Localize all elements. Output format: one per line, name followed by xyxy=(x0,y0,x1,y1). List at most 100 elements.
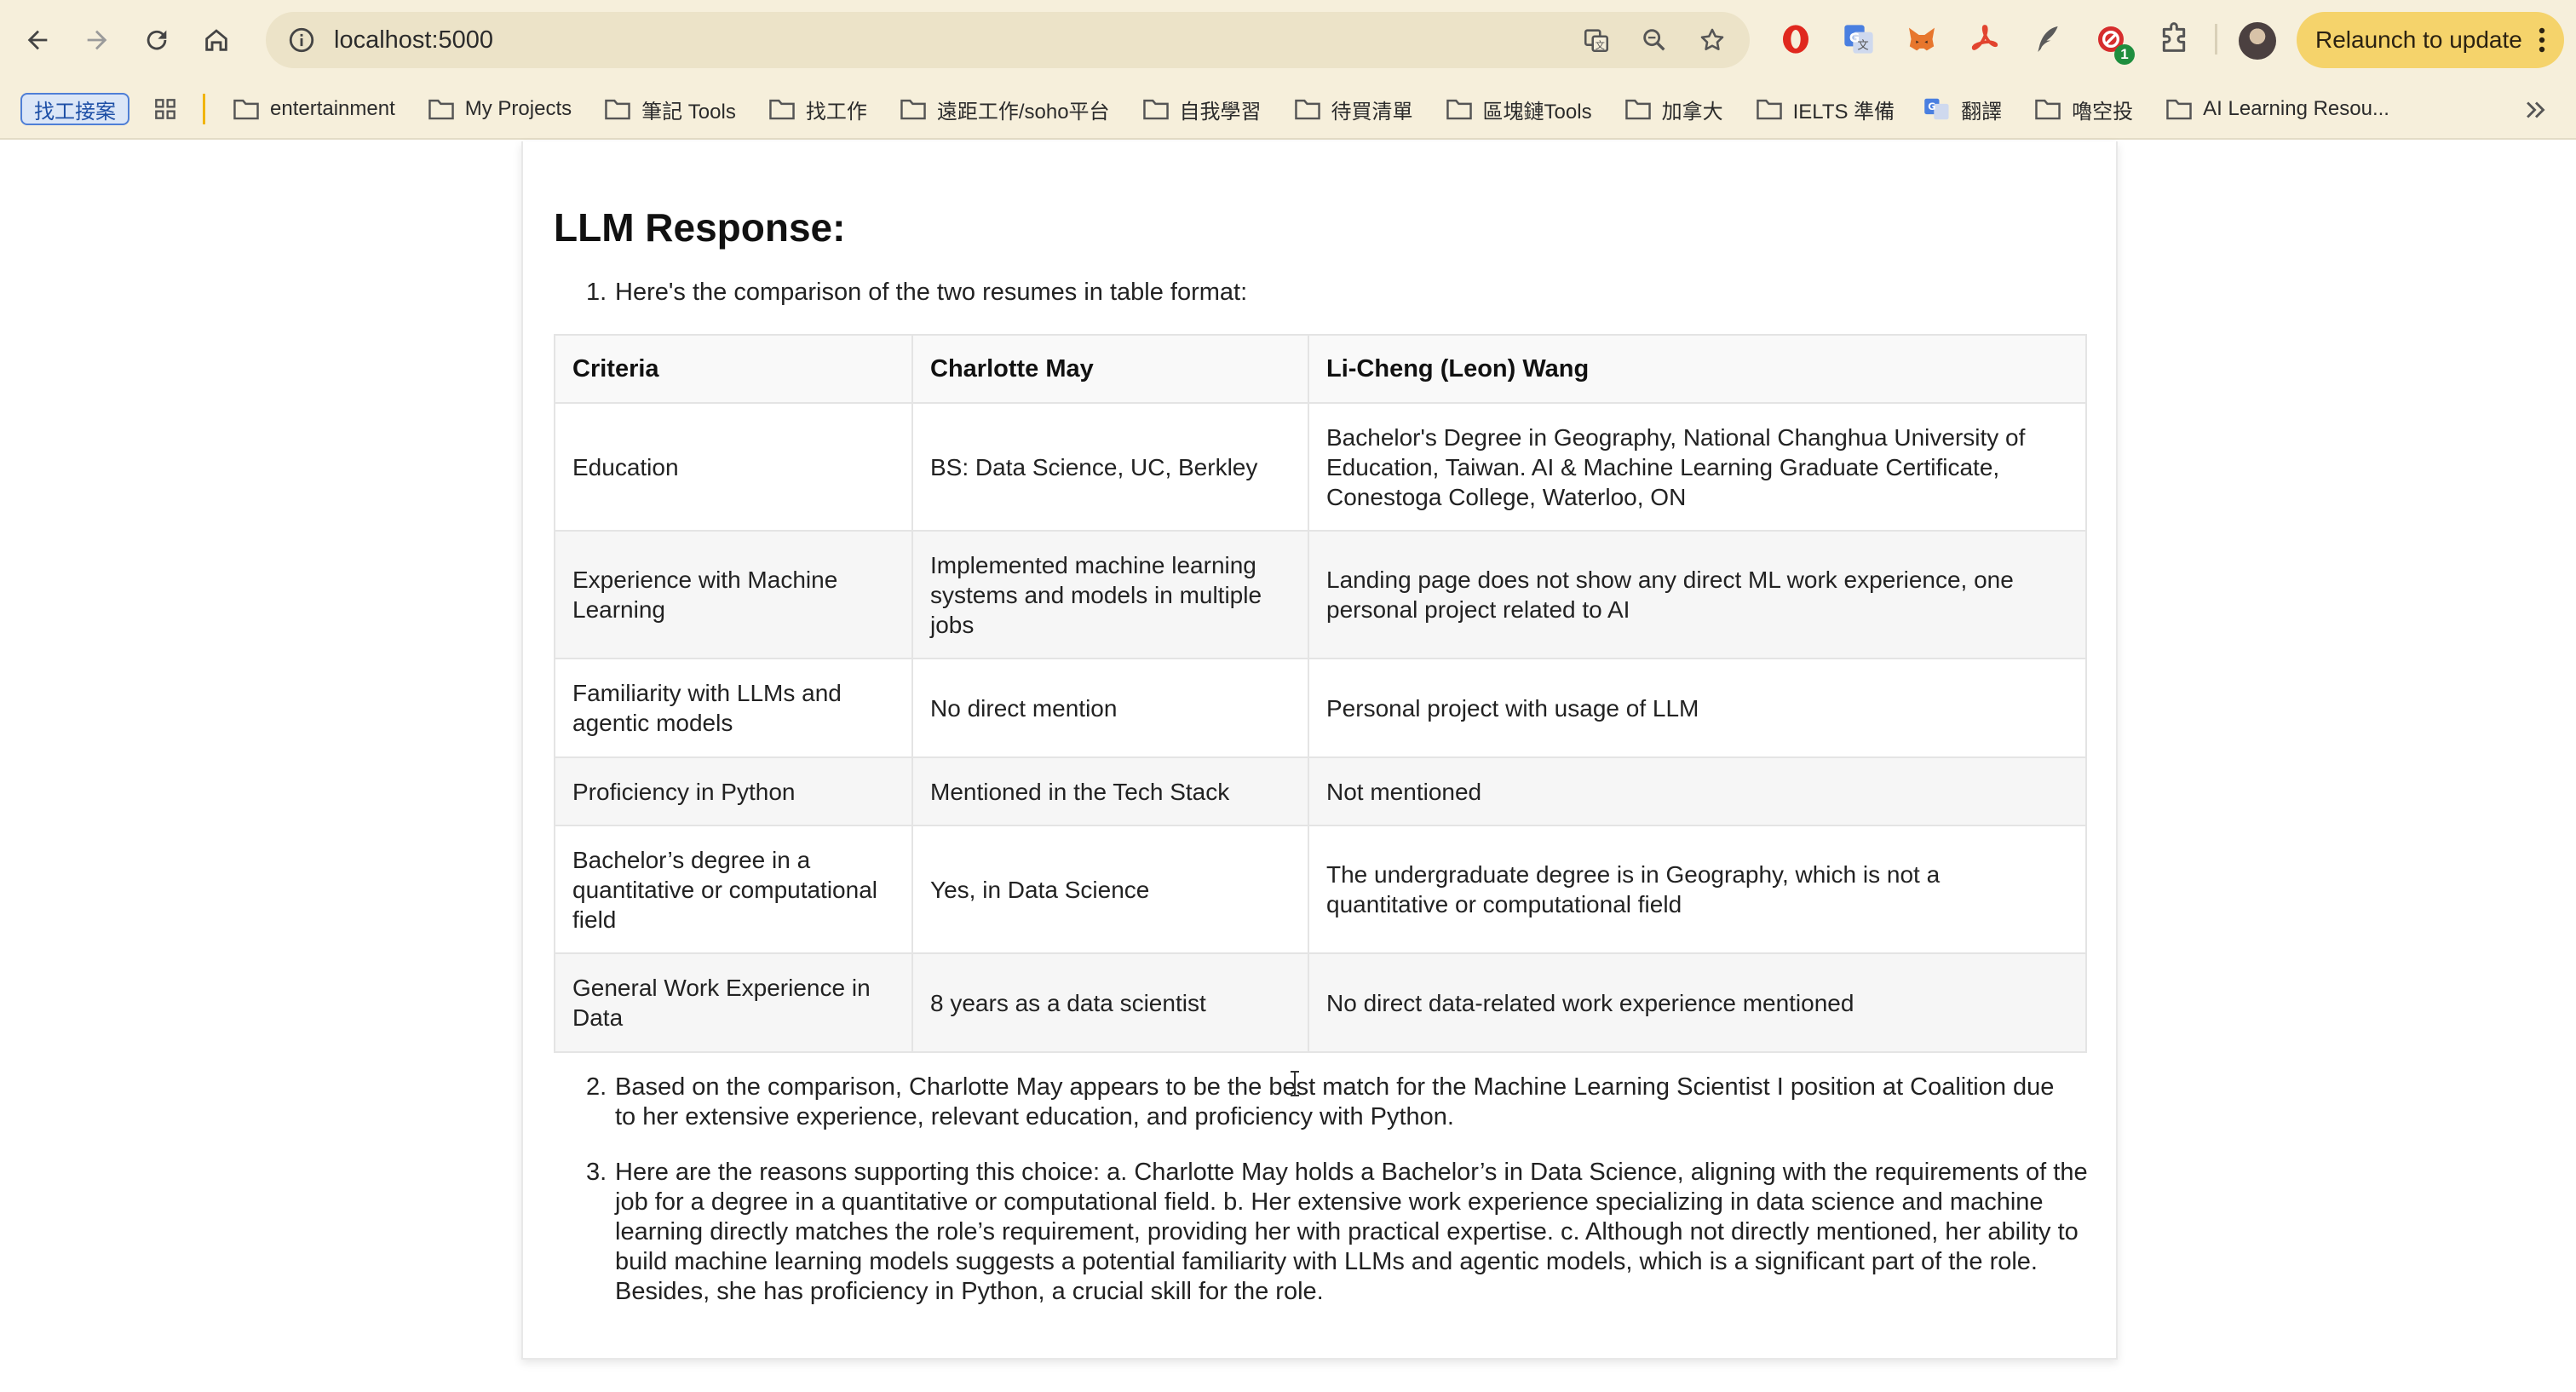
arrow-right-icon xyxy=(87,30,107,50)
table-cell: BS: Data Science, UC, Berkley xyxy=(911,402,1309,532)
site-info-icon[interactable] xyxy=(283,21,320,59)
list-number: 1. xyxy=(586,279,607,306)
quill-extension-icon[interactable] xyxy=(2026,17,2070,61)
table-cell: Landing page does not show any direct ML… xyxy=(1308,530,2087,659)
folder-icon xyxy=(769,99,795,120)
bookmarks-bar: 找工接案 entertainment My Projects 筆記 Tools … xyxy=(0,80,2576,140)
bookmark-label: My Projects xyxy=(464,97,572,120)
bookmark-search-chip[interactable]: 找工接案 xyxy=(20,93,129,125)
extensions-area: G文 1 xyxy=(1774,17,2217,65)
google-translate-extension-icon[interactable]: G文 xyxy=(1837,17,1881,61)
puzzle-extensions-icon[interactable] xyxy=(2152,17,2196,61)
bookmark-folder-my-projects[interactable]: My Projects xyxy=(428,97,572,121)
extension-badge: 1 xyxy=(2114,44,2135,65)
adblock-extension-icon[interactable]: 1 xyxy=(2089,17,2135,65)
bookmark-folder-blockchain-tools[interactable]: 區塊鏈Tools xyxy=(1446,95,1592,124)
bookmark-label: 加拿大 xyxy=(1661,100,1723,124)
list-item-reasons: 3. Here are the reasons supporting this … xyxy=(586,1158,2106,1307)
relaunch-button[interactable]: Relaunch to update xyxy=(2297,12,2564,68)
relaunch-label: Relaunch to update xyxy=(2315,26,2522,53)
bookmark-folder-ai-learning[interactable]: AI Learning Resou... xyxy=(2165,97,2389,121)
table-cell: General Work Experience in Data xyxy=(554,952,913,1053)
header-criteria: Criteria xyxy=(554,334,913,404)
folder-icon xyxy=(233,99,259,120)
zoom-icon[interactable] xyxy=(1634,20,1675,60)
folder-icon xyxy=(1446,99,1472,120)
bookmark-folder-ielts[interactable]: IELTS 準備 xyxy=(1756,95,1895,124)
table-row: General Work Experience in Data 8 years … xyxy=(554,952,2087,1053)
table-cell: Yes, in Data Science xyxy=(911,825,1309,954)
bookmark-label: 嚕空投 xyxy=(2072,100,2134,124)
bookmark-folder-entertainment[interactable]: entertainment xyxy=(233,97,395,121)
svg-text:文: 文 xyxy=(1596,39,1605,51)
bookmark-separator xyxy=(203,94,205,124)
bookmark-label: IELTS 準備 xyxy=(1792,100,1895,124)
forward-button[interactable] xyxy=(73,16,121,64)
page-title: LLM Response: xyxy=(554,205,846,250)
svg-text:文: 文 xyxy=(1857,39,1868,53)
table-cell: No direct data-related work experience m… xyxy=(1308,952,2087,1053)
table-header-row: Criteria Charlotte May Li-Cheng (Leon) W… xyxy=(554,334,2087,404)
arrow-left-icon xyxy=(27,30,48,50)
table-cell: Education xyxy=(554,402,913,532)
reasons-text: Here are the reasons supporting this cho… xyxy=(615,1159,2088,1305)
bookmark-translate[interactable]: G 翻譯 xyxy=(1923,95,2002,124)
bookmark-label: entertainment xyxy=(270,97,395,120)
bookmark-label: AI Learning Resou... xyxy=(2203,97,2389,120)
bookmark-label: 待買清單 xyxy=(1331,100,1413,124)
table-cell: Experience with Machine Learning xyxy=(554,530,913,659)
toolbar-divider xyxy=(2215,24,2217,55)
table-cell: Mentioned in the Tech Stack xyxy=(911,756,1309,826)
bookmark-label: 翻譯 xyxy=(1961,100,2003,124)
header-candidate-2: Li-Cheng (Leon) Wang xyxy=(1308,334,2087,404)
chevron-double-right-icon[interactable] xyxy=(2521,95,2550,124)
table-cell: Not mentioned xyxy=(1308,756,2087,826)
folder-icon xyxy=(1624,99,1651,120)
apps-grid-icon[interactable] xyxy=(150,94,181,124)
opera-extension-icon[interactable] xyxy=(1774,17,1818,61)
profile-avatar[interactable] xyxy=(2239,22,2276,60)
more-vertical-icon[interactable] xyxy=(2539,27,2545,53)
table-cell: The undergraduate degree is in Geography… xyxy=(1308,825,2087,954)
bookmark-folder-remote-work[interactable]: 遠距工作/soho平台 xyxy=(900,95,1110,124)
table-cell: Bachelor’s degree in a quantitative or c… xyxy=(554,825,913,954)
translate-icon[interactable]: 文 xyxy=(1576,20,1617,60)
table-row: Familiarity with LLMs and agentic models… xyxy=(554,658,2087,758)
bookmark-folder-self-learning[interactable]: 自我學習 xyxy=(1142,95,1262,124)
bookmark-folder-canada[interactable]: 加拿大 xyxy=(1624,95,1723,124)
bookmark-folder-shopping-list[interactable]: 待買清單 xyxy=(1294,95,1413,124)
table-cell: Personal project with usage of LLM xyxy=(1308,658,2087,758)
folder-icon xyxy=(605,99,630,120)
intro-text: Here's the comparison of the two resumes… xyxy=(615,279,1248,306)
header-candidate-1: Charlotte May xyxy=(911,334,1309,404)
browser-toolbar: localhost:5000 文 G文 1 Relaunch to update xyxy=(0,0,2576,80)
comparison-table: Criteria Charlotte May Li-Cheng (Leon) W… xyxy=(554,334,2087,1053)
home-button[interactable] xyxy=(193,16,240,64)
metamask-extension-icon[interactable] xyxy=(1900,17,1944,61)
acrobat-extension-icon[interactable] xyxy=(1963,17,2007,61)
bookmark-star-icon[interactable] xyxy=(1692,20,1733,60)
table-cell: No direct mention xyxy=(911,658,1309,758)
table-row: Bachelor’s degree in a quantitative or c… xyxy=(554,825,2087,954)
bookmark-folder-airdrops[interactable]: 嚕空投 xyxy=(2034,95,2133,124)
text-cursor-icon xyxy=(1291,1071,1299,1096)
bookmark-label: 找工作 xyxy=(805,100,867,124)
list-item-conclusion: 2. Based on the comparison, Charlotte Ma… xyxy=(586,1073,2080,1132)
svg-text:G: G xyxy=(1928,101,1935,112)
table-cell: Bachelor's Degree in Geography, National… xyxy=(1308,402,2087,532)
list-number: 3. xyxy=(586,1159,607,1186)
folder-icon xyxy=(2035,99,2061,120)
folder-icon xyxy=(1756,99,1782,120)
reload-button[interactable] xyxy=(133,16,181,64)
url-text[interactable]: localhost:5000 xyxy=(334,26,493,55)
back-button[interactable] xyxy=(14,16,61,64)
table-row: Experience with Machine Learning Impleme… xyxy=(554,530,2087,659)
table-cell: Implemented machine learning systems and… xyxy=(911,530,1309,659)
bookmark-folder-job-search[interactable]: 找工作 xyxy=(768,95,867,124)
bookmark-label: 遠距工作/soho平台 xyxy=(936,100,1110,124)
address-bar[interactable]: localhost:5000 文 xyxy=(266,12,1750,68)
bookmark-folder-notes-tools[interactable]: 筆記 Tools xyxy=(604,95,736,124)
list-number: 2. xyxy=(586,1073,607,1101)
conclusion-text: Based on the comparison, Charlotte May a… xyxy=(615,1073,2055,1130)
folder-icon xyxy=(1294,99,1320,120)
